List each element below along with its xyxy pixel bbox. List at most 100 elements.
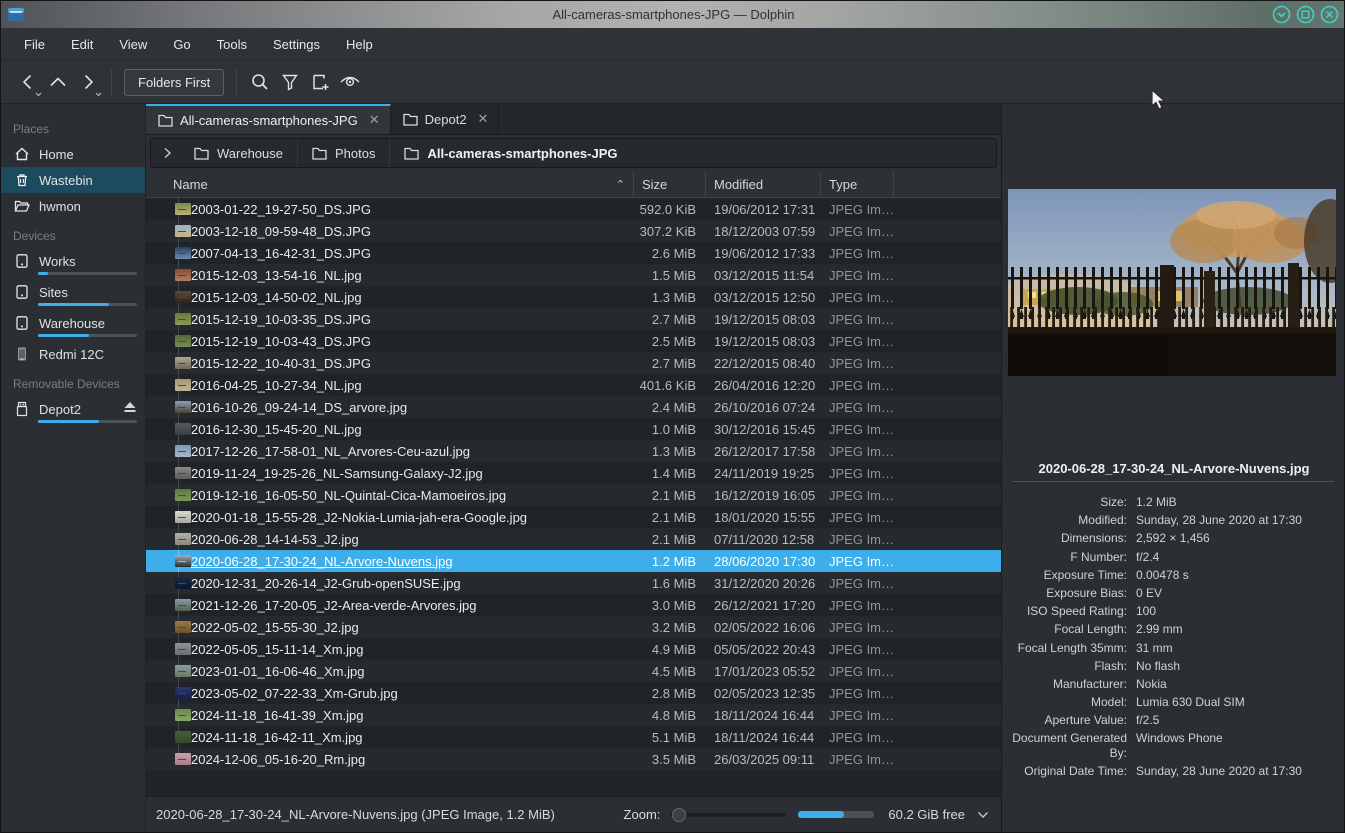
file-row[interactable]: 2020-01-18_15-55-28_J2-Nokia-Lumia-jah-e… (146, 506, 1001, 528)
file-row[interactable]: 2003-01-22_19-27-50_DS.JPG592.0 KiB19/06… (146, 198, 1001, 220)
file-list: 2003-01-22_19-27-50_DS.JPG592.0 KiB19/06… (146, 198, 1001, 796)
file-modified: 18/12/2003 07:59 (706, 224, 821, 239)
column-header-modified[interactable]: Modified (706, 171, 821, 197)
file-row[interactable]: 2024-11-18_16-41-39_Xm.jpg4.8 MiB18/11/2… (146, 704, 1001, 726)
file-thumbnail (175, 379, 191, 391)
file-row[interactable]: 2022-05-02_15-55-30_J2.jpg3.2 MiB02/05/2… (146, 616, 1001, 638)
file-row[interactable]: 2022-05-05_15-11-14_Xm.jpg4.9 MiB05/05/2… (146, 638, 1001, 660)
tab-inactive[interactable]: Depot2✕ (391, 104, 500, 134)
file-row[interactable]: 2015-12-19_10-03-35_DS.JPG2.7 MiB19/12/2… (146, 308, 1001, 330)
maximize-button[interactable] (1295, 4, 1316, 25)
tab-active[interactable]: All-cameras-smartphones-JPG ✕ (146, 104, 391, 134)
file-row[interactable]: 2023-05-02_07-22-33_Xm-Grub.jpg2.8 MiB02… (146, 682, 1001, 704)
breadcrumb-segment[interactable]: All-cameras-smartphones-JPG (390, 139, 631, 167)
file-row[interactable]: 2021-12-26_17-20-05_J2-Area-verde-Arvore… (146, 594, 1001, 616)
column-header-name[interactable]: Name ⌃ (146, 171, 634, 197)
zoom-slider[interactable] (670, 807, 786, 823)
split-view-icon[interactable] (305, 67, 335, 97)
up-button[interactable] (43, 67, 73, 97)
file-name: 2015-12-03_13-54-16_NL.jpg (191, 268, 634, 283)
tab-close-icon[interactable]: ✕ (365, 112, 380, 128)
file-row-selected[interactable]: 2020-06-28_17-30-24_NL-Arvore-Nuvens.jpg… (146, 550, 1001, 572)
breadcrumb[interactable]: WarehousePhotosAll-cameras-smartphones-J… (150, 138, 997, 168)
sidebar-item-sites[interactable]: Sites (1, 279, 145, 305)
file-row[interactable]: 2016-10-26_09-24-14_DS_arvore.jpg2.4 MiB… (146, 396, 1001, 418)
sidebar-item-home[interactable]: Home (1, 141, 145, 167)
file-modified: 19/12/2015 08:03 (706, 334, 821, 349)
file-name: 2022-05-05_15-11-14_Xm.jpg (191, 642, 634, 657)
tree-branch (146, 682, 191, 704)
chevron-down-icon[interactable] (973, 811, 991, 819)
file-name: 2020-06-28_14-14-53_J2.jpg (191, 532, 634, 547)
zoom-slider-handle[interactable] (672, 808, 686, 822)
metadata-label: Aperture Value: (1004, 713, 1136, 728)
file-row[interactable]: 2015-12-22_10-40-31_DS.JPG2.7 MiB22/12/2… (146, 352, 1001, 374)
file-row[interactable]: 2020-12-31_20-26-14_J2-Grub-openSUSE.jpg… (146, 572, 1001, 594)
metadata-value: Windows Phone (1136, 731, 1344, 746)
sidebar-item-hwmon[interactable]: hwmon (1, 193, 145, 219)
column-header-size[interactable]: Size (634, 171, 706, 197)
sidebar-item-redmi-12c[interactable]: Redmi 12C (1, 341, 145, 367)
divider (1012, 481, 1334, 482)
minimize-button[interactable] (1271, 4, 1292, 25)
file-row[interactable]: 2015-12-03_13-54-16_NL.jpg1.5 MiB03/12/2… (146, 264, 1001, 286)
file-row[interactable]: 2015-12-03_14-50-02_NL.jpg1.3 MiB03/12/2… (146, 286, 1001, 308)
search-icon[interactable] (245, 67, 275, 97)
file-row[interactable]: 2015-12-19_10-03-43_DS.JPG2.5 MiB19/12/2… (146, 330, 1001, 352)
file-thumbnail (175, 291, 191, 303)
breadcrumb-segment[interactable]: Photos (298, 139, 390, 167)
menu-go[interactable]: Go (160, 28, 203, 60)
file-row[interactable]: 2017-12-26_17-58-01_NL_Arvores-Ceu-azul.… (146, 440, 1001, 462)
folders-first-button[interactable]: Folders First (124, 69, 224, 96)
column-header-type[interactable]: Type (821, 171, 894, 197)
chevron-right-icon[interactable] (155, 147, 180, 159)
breadcrumb-segment[interactable]: Warehouse (180, 139, 298, 167)
file-row[interactable]: 2019-11-24_19-25-26_NL-Samsung-Galaxy-J2… (146, 462, 1001, 484)
metadata-label: Exposure Time: (1004, 568, 1136, 583)
file-row[interactable]: 2024-11-18_16-42-11_Xm.jpg5.1 MiB18/11/2… (146, 726, 1001, 748)
tree-branch (146, 616, 191, 638)
file-row[interactable]: 2016-12-30_15-45-20_NL.jpg1.0 MiB30/12/2… (146, 418, 1001, 440)
menu-settings[interactable]: Settings (260, 28, 333, 60)
folder-open-icon (14, 198, 30, 214)
file-size: 2.5 MiB (634, 334, 706, 349)
tree-branch (146, 220, 191, 242)
file-size: 1.3 MiB (634, 290, 706, 305)
file-row[interactable]: 2007-04-13_16-42-31_DS.JPG2.6 MiB19/06/2… (146, 242, 1001, 264)
file-row[interactable]: 2003-12-18_09-59-48_DS.JPG307.2 KiB18/12… (146, 220, 1001, 242)
tab-label: All-cameras-smartphones-JPG (180, 113, 358, 128)
eject-icon[interactable] (123, 401, 137, 413)
file-row[interactable]: 2016-04-25_10-27-34_NL.jpg401.6 KiB26/04… (146, 374, 1001, 396)
file-type: JPEG Im… (821, 466, 894, 481)
menu-view[interactable]: View (106, 28, 160, 60)
titlebar[interactable]: All-cameras-smartphones-JPG — Dolphin (1, 1, 1345, 28)
back-button[interactable] (13, 67, 43, 97)
file-row[interactable]: 2020-06-28_14-14-53_J2.jpg2.1 MiB07/11/2… (146, 528, 1001, 550)
metadata-label: Original Date Time: (1004, 764, 1136, 779)
sidebar-item-wastebin[interactable]: Wastebin (1, 167, 145, 193)
file-row[interactable]: 2019-12-16_16-05-50_NL-Quintal-Cica-Mamo… (146, 484, 1001, 506)
sidebar-item-works[interactable]: Works (1, 248, 145, 274)
menu-help[interactable]: Help (333, 28, 386, 60)
information-panel: 2020-06-28_17-30-24_NL-Arvore-Nuvens.jpg… (1001, 104, 1345, 832)
forward-dropdown-icon[interactable] (95, 92, 102, 97)
close-button[interactable] (1319, 4, 1340, 25)
file-name: 2020-12-31_20-26-14_J2-Grub-openSUSE.jpg (191, 576, 634, 591)
sidebar-item-depot2[interactable]: Depot2 (1, 396, 145, 422)
menu-tools[interactable]: Tools (204, 28, 260, 60)
location-bar: WarehousePhotosAll-cameras-smartphones-J… (146, 135, 1001, 171)
forward-button[interactable] (73, 67, 103, 97)
file-row[interactable]: 2024-12-06_05-16-20_Rm.jpg3.5 MiB26/03/2… (146, 748, 1001, 770)
back-dropdown-icon[interactable] (35, 92, 42, 97)
filter-icon[interactable] (275, 67, 305, 97)
menu-file[interactable]: File (11, 28, 58, 60)
preview-icon[interactable] (335, 67, 365, 97)
menu-edit[interactable]: Edit (58, 28, 106, 60)
tab-close-icon[interactable]: ✕ (474, 111, 489, 127)
metadata-row: Aperture Value:f/2.5 (1004, 710, 1344, 728)
file-type: JPEG Im… (821, 708, 894, 723)
sidebar-item-warehouse[interactable]: Warehouse (1, 310, 145, 336)
file-name: 2016-10-26_09-24-14_DS_arvore.jpg (191, 400, 634, 415)
file-row[interactable]: 2023-01-01_16-06-46_Xm.jpg4.5 MiB17/01/2… (146, 660, 1001, 682)
metadata-row: F Number:f/2.4 (1004, 547, 1344, 565)
